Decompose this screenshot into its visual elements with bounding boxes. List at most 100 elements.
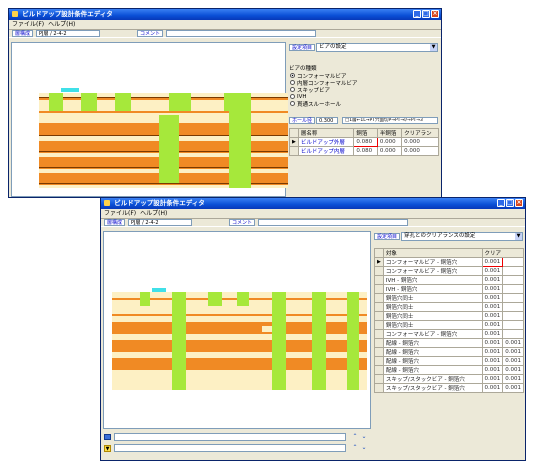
comment-button[interactable]: コメント (229, 219, 256, 226)
clearance-cell[interactable]: 0.001 (481, 275, 504, 285)
radio-through-hole[interactable]: 貫通スルーホール (290, 100, 357, 108)
editor-window-back[interactable]: ビルドアップ設計条件エディタ _ □ × ファイル(F) ヘルプ(H) 層構成 … (8, 8, 442, 198)
message-field-top[interactable] (114, 433, 346, 441)
clearance-cell-2[interactable] (502, 266, 524, 276)
table-row[interactable]: 配線 - 銅箔穴 0.001 0.001 (374, 356, 524, 366)
clearance-cell-2[interactable] (502, 293, 524, 303)
clearance-cell[interactable]: 0.001 (481, 284, 504, 294)
clearance-cell-2[interactable]: 0.001 (502, 365, 524, 375)
hole-note-field[interactable]: □1層←1L→PT穴面切P→PT→I/→PT→3 (342, 117, 438, 124)
menu-help[interactable]: ヘルプ(H) (140, 209, 167, 218)
clearance-cell-2[interactable] (502, 329, 524, 339)
menu-help[interactable]: ヘルプ(H) (48, 20, 75, 29)
warning-icon: ▼ (104, 445, 111, 452)
row-pointer (374, 311, 384, 321)
table-row[interactable]: ビルドアップ内層 0.080 0.000 0.000 (289, 146, 439, 156)
table-row[interactable]: ▶ ビルドアップ外層 0.080 0.000 0.000 (289, 137, 439, 147)
table-row[interactable]: スキップ/スタックビア - 銅箔穴 0.001 0.001 (374, 374, 524, 384)
row-pointer (374, 329, 384, 339)
row-pointer-icon: ▶ (374, 257, 384, 267)
table-row[interactable]: コンフォーマルビア - 銅箔穴 0.001 (374, 329, 524, 339)
clearance-cell[interactable]: 0.001 (481, 302, 504, 312)
table-row[interactable]: 銅箔穴同士 0.001 (374, 293, 524, 303)
comment-field[interactable] (258, 219, 409, 226)
table-row[interactable]: 配線 - 銅箔穴 0.001 0.001 (374, 365, 524, 375)
clearance-cell-2[interactable] (502, 257, 524, 267)
layer-path-field[interactable]: PJ層 / 2-4-2 (128, 219, 193, 226)
minimize-button[interactable]: _ (497, 199, 505, 207)
layer-tag-button[interactable]: 層構成 (12, 30, 34, 37)
table-row[interactable]: IVH - 銅箔穴 0.001 (374, 284, 524, 294)
radio-skip-via[interactable]: スキップビア (290, 86, 357, 94)
table-row[interactable]: ▶ コンフォーマルビア - 銅箔穴 0.001 (374, 257, 524, 267)
clearance-cell[interactable]: 0.001 (481, 356, 504, 366)
table-row[interactable]: 配線 - 銅箔穴 0.001 0.001 (374, 338, 524, 348)
clearance-cell[interactable]: 0.001 (481, 383, 504, 393)
copper-cell[interactable]: 0.080 (353, 137, 378, 147)
clearance-cell[interactable]: 0.001 (481, 311, 504, 321)
title-bar[interactable]: ビルドアップ設計条件エディタ _ □ × (9, 9, 441, 20)
radio-icon (290, 80, 295, 85)
menu-file[interactable]: ファイル(F) (12, 20, 44, 29)
clearance-cell-2[interactable]: 0.001 (502, 374, 524, 384)
clearance-cell-2[interactable] (502, 284, 524, 294)
scroll-down-icon[interactable]: ⌄ (360, 433, 368, 441)
setting-dropdown[interactable]: ビアの設定 ▼ (316, 43, 438, 52)
minimize-button[interactable]: _ (413, 10, 421, 18)
clearance-cell[interactable]: 0.001 (481, 347, 504, 357)
clearance-cell-2[interactable] (502, 275, 524, 285)
clearance-cell-2[interactable]: 0.001 (502, 338, 524, 348)
clearance-cell[interactable]: 0.001 (481, 329, 504, 339)
cross-section-canvas[interactable] (11, 42, 289, 197)
row-pointer-icon: ▶ (289, 137, 299, 147)
clearance-cell-2[interactable] (502, 311, 524, 321)
clearance-cell[interactable]: 0.001 (481, 257, 504, 267)
copper-layer (112, 358, 367, 370)
clearance-cell[interactable]: 0.001 (481, 293, 504, 303)
table-row[interactable]: 配線 - 銅箔穴 0.001 0.001 (374, 347, 524, 357)
through-hole-via (229, 93, 251, 188)
title-bar[interactable]: ビルドアップ設計条件エディタ _ □ × (101, 198, 525, 209)
clearance-cell-2[interactable]: 0.001 (502, 356, 524, 366)
layer-tag-button[interactable]: 層構成 (104, 219, 126, 226)
toolbar: 層構成 PJ層 / 2-4-2 コメント (9, 29, 441, 38)
maximize-button[interactable]: □ (422, 10, 430, 18)
comment-field[interactable] (166, 30, 317, 37)
menu-file[interactable]: ファイル(F) (104, 209, 136, 218)
table-row[interactable]: 銅箔穴同士 0.001 (374, 320, 524, 330)
close-button[interactable]: × (515, 199, 523, 207)
setting-dropdown[interactable]: 穿孔とのクリアランスの設定 ▼ (401, 232, 523, 241)
row-pointer (374, 365, 384, 375)
clearance-cell[interactable]: 0.001 (481, 338, 504, 348)
setting-item-label: 設定項目 (374, 233, 401, 240)
close-button[interactable]: × (431, 10, 439, 18)
radio-icon (290, 101, 295, 106)
menu-bar: ファイル(F) ヘルプ(H) (9, 20, 441, 29)
layer-path-field[interactable]: PJ層 / 2-4-2 (36, 30, 101, 37)
comment-button[interactable]: コメント (137, 30, 164, 37)
editor-window-front[interactable]: ビルドアップ設計条件エディタ _ □ × ファイル(F) ヘルプ(H) 層構成 … (100, 197, 526, 461)
scroll-up-icon[interactable]: ⌃ (351, 433, 359, 441)
clearance-cell-2[interactable]: 0.001 (502, 383, 524, 393)
table-row[interactable]: コンフォーマルビア - 銅箔穴 0.001 (374, 266, 524, 276)
table-row[interactable]: スキップ/スタックビア - 銅箔穴 0.001 0.001 (374, 383, 524, 393)
scroll-up-icon[interactable]: ⌃ (351, 444, 359, 452)
table-row[interactable]: 銅箔穴同士 0.001 (374, 302, 524, 312)
row-pointer (374, 347, 384, 357)
col-clearance: クリア (481, 248, 524, 258)
message-field-bottom[interactable] (114, 444, 346, 452)
scroll-down-icon[interactable]: ⌄ (360, 444, 368, 452)
table-row[interactable]: 銅箔穴同士 0.001 (374, 311, 524, 321)
clearance-cell[interactable]: 0.001 (481, 374, 504, 384)
via-shape (237, 292, 249, 306)
clearance-cell[interactable]: 0.001 (481, 320, 504, 330)
maximize-button[interactable]: □ (506, 199, 514, 207)
clearance-cell[interactable]: 0.001 (481, 266, 504, 276)
clearance-cell-2[interactable] (502, 320, 524, 330)
clearance-cell[interactable]: 0.001 (481, 365, 504, 375)
clearance-cell-2[interactable] (502, 302, 524, 312)
clearance-cell-2[interactable]: 0.001 (502, 347, 524, 357)
cross-section-canvas[interactable] (103, 231, 371, 429)
hole-diameter-input[interactable]: 0.300 (316, 117, 338, 124)
table-row[interactable]: IVH - 銅箔穴 0.001 (374, 275, 524, 285)
